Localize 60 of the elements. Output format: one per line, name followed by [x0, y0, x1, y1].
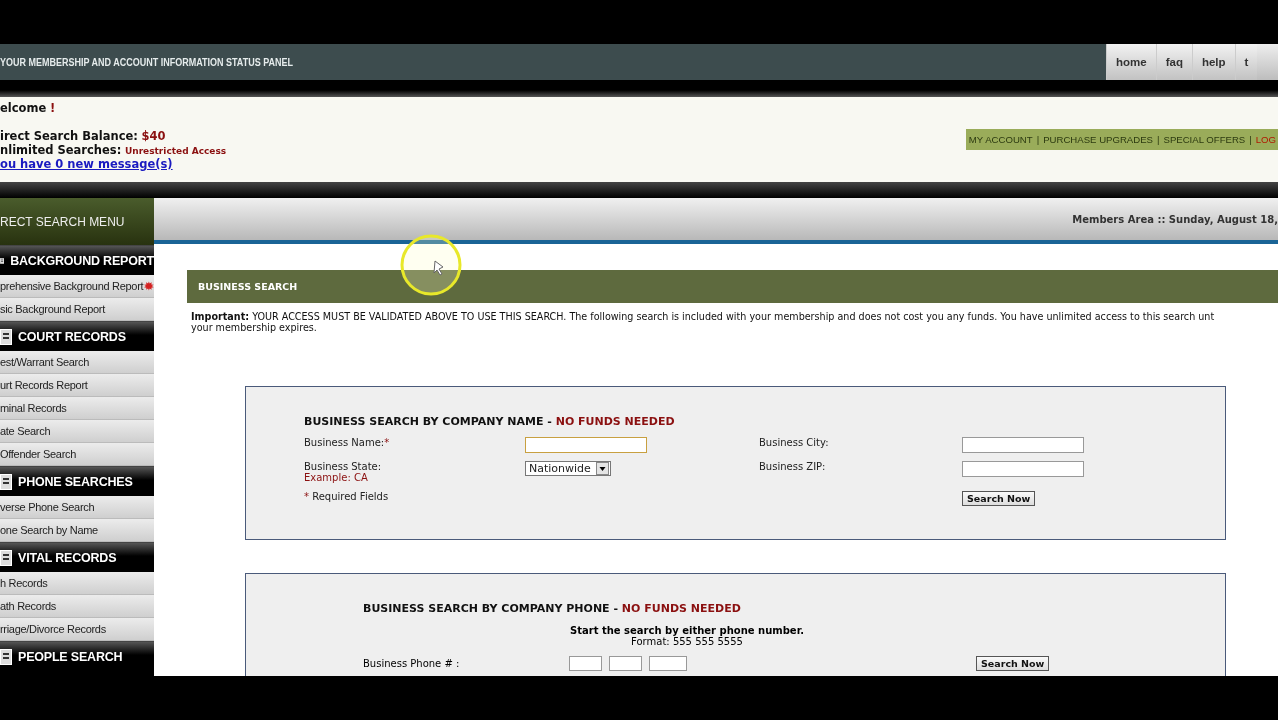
field-label: Business ZIP:	[759, 461, 827, 472]
account-link[interactable]: SPECIAL OFFERS	[1163, 134, 1246, 145]
menu-item[interactable]: minal Records	[0, 397, 154, 420]
document-icon	[0, 549, 12, 566]
members-date-text: Members Area :: Sunday, August 18,	[1072, 213, 1278, 225]
document-icon	[0, 648, 12, 665]
menu-item[interactable]: verse Phone Search	[0, 496, 154, 519]
menu-item[interactable]: urt Records Report	[0, 374, 154, 397]
menu-item[interactable]: h Records	[0, 572, 154, 595]
prefix-field[interactable]	[609, 656, 642, 671]
business-zip-field[interactable]	[962, 461, 1084, 477]
business-city-field[interactable]	[962, 437, 1084, 453]
form-title: BUSINESS SEARCH BY COMPANY PHONE - NO FUNDS NEEDED	[363, 602, 742, 615]
line-number-field[interactable]	[649, 656, 687, 671]
balance-value: $40	[141, 129, 166, 143]
business-name-field[interactable]	[525, 437, 647, 453]
example-text: Example: CA	[304, 472, 369, 483]
notice-text: Important: YOUR ACCESS MUST BE VALIDATED ABOVE TO USE THIS SEARCH. The following search is included with your membership and does not cost you any funds. You have unlimited access to this search unt your membership expires.	[191, 311, 1216, 333]
menu-item[interactable]: rriage/Divorce Records	[0, 618, 154, 641]
separator-text: |	[1249, 134, 1252, 145]
document-icon	[0, 328, 12, 345]
balance-label: irect Search Balance:	[0, 129, 138, 143]
nav-tab[interactable]: t	[1234, 44, 1258, 80]
unlimited-value: Unrestricted Access	[124, 146, 227, 156]
search-now-button[interactable]: Search Now	[962, 491, 1036, 506]
exclamation-text: !	[49, 101, 56, 115]
menu-item[interactable]: prehensive Background Report	[0, 275, 154, 298]
area-code-field[interactable]	[569, 656, 602, 671]
document-icon	[0, 473, 12, 490]
panel-title: YOUR MEMBERSHIP AND ACCOUNT INFORMATION STATUS PANEL	[0, 56, 293, 68]
menu-item[interactable]: ath Records	[0, 595, 154, 618]
messages-link[interactable]: ou have 0 new message(s)	[0, 157, 173, 171]
field-label: Business State:	[304, 461, 383, 472]
required-note: * Required Fields	[304, 491, 390, 502]
field-label: Business City:	[759, 437, 830, 448]
caret-icon	[596, 462, 609, 475]
account-link[interactable]: MY ACCOUNT	[968, 134, 1033, 145]
instruction-text: Start the search by either phone number.	[569, 625, 805, 636]
welcome-text: elcome	[0, 101, 47, 115]
separator-text: |	[1036, 134, 1040, 145]
nav-tab[interactable]: home	[1106, 44, 1156, 80]
nav-tab[interactable]: faq	[1155, 44, 1192, 80]
search-now-button[interactable]: Search Now	[976, 656, 1050, 671]
menu-item[interactable]: Offender Search	[0, 443, 154, 466]
menu-title: RECT SEARCH MENU	[0, 198, 154, 245]
format-text: Format: 555 555 5555	[630, 636, 743, 647]
section-title: BUSINESS SEARCH	[198, 281, 298, 292]
field-label: Business Phone # :	[363, 658, 461, 669]
menu-item[interactable]: sic Background Report	[0, 298, 154, 321]
nav-tab[interactable]: help	[1191, 44, 1235, 80]
field-label: Business Name:*	[304, 437, 391, 448]
menu-item[interactable]: est/Warrant Search	[0, 351, 154, 374]
menu-item[interactable]: one Search by Name	[0, 519, 154, 542]
account-link[interactable]: PURCHASE UPGRADES	[1043, 134, 1153, 145]
cursor-highlight-icon	[399, 233, 463, 297]
form-title: BUSINESS SEARCH BY COMPANY NAME - NO FUNDS NEEDED	[304, 415, 676, 428]
state-dropdown[interactable]: Nationwide	[525, 461, 611, 476]
unlimited-label: nlimited Searches:	[0, 143, 122, 157]
separator-text: |	[1157, 134, 1160, 145]
menu-item[interactable]: ate Search	[0, 420, 154, 443]
